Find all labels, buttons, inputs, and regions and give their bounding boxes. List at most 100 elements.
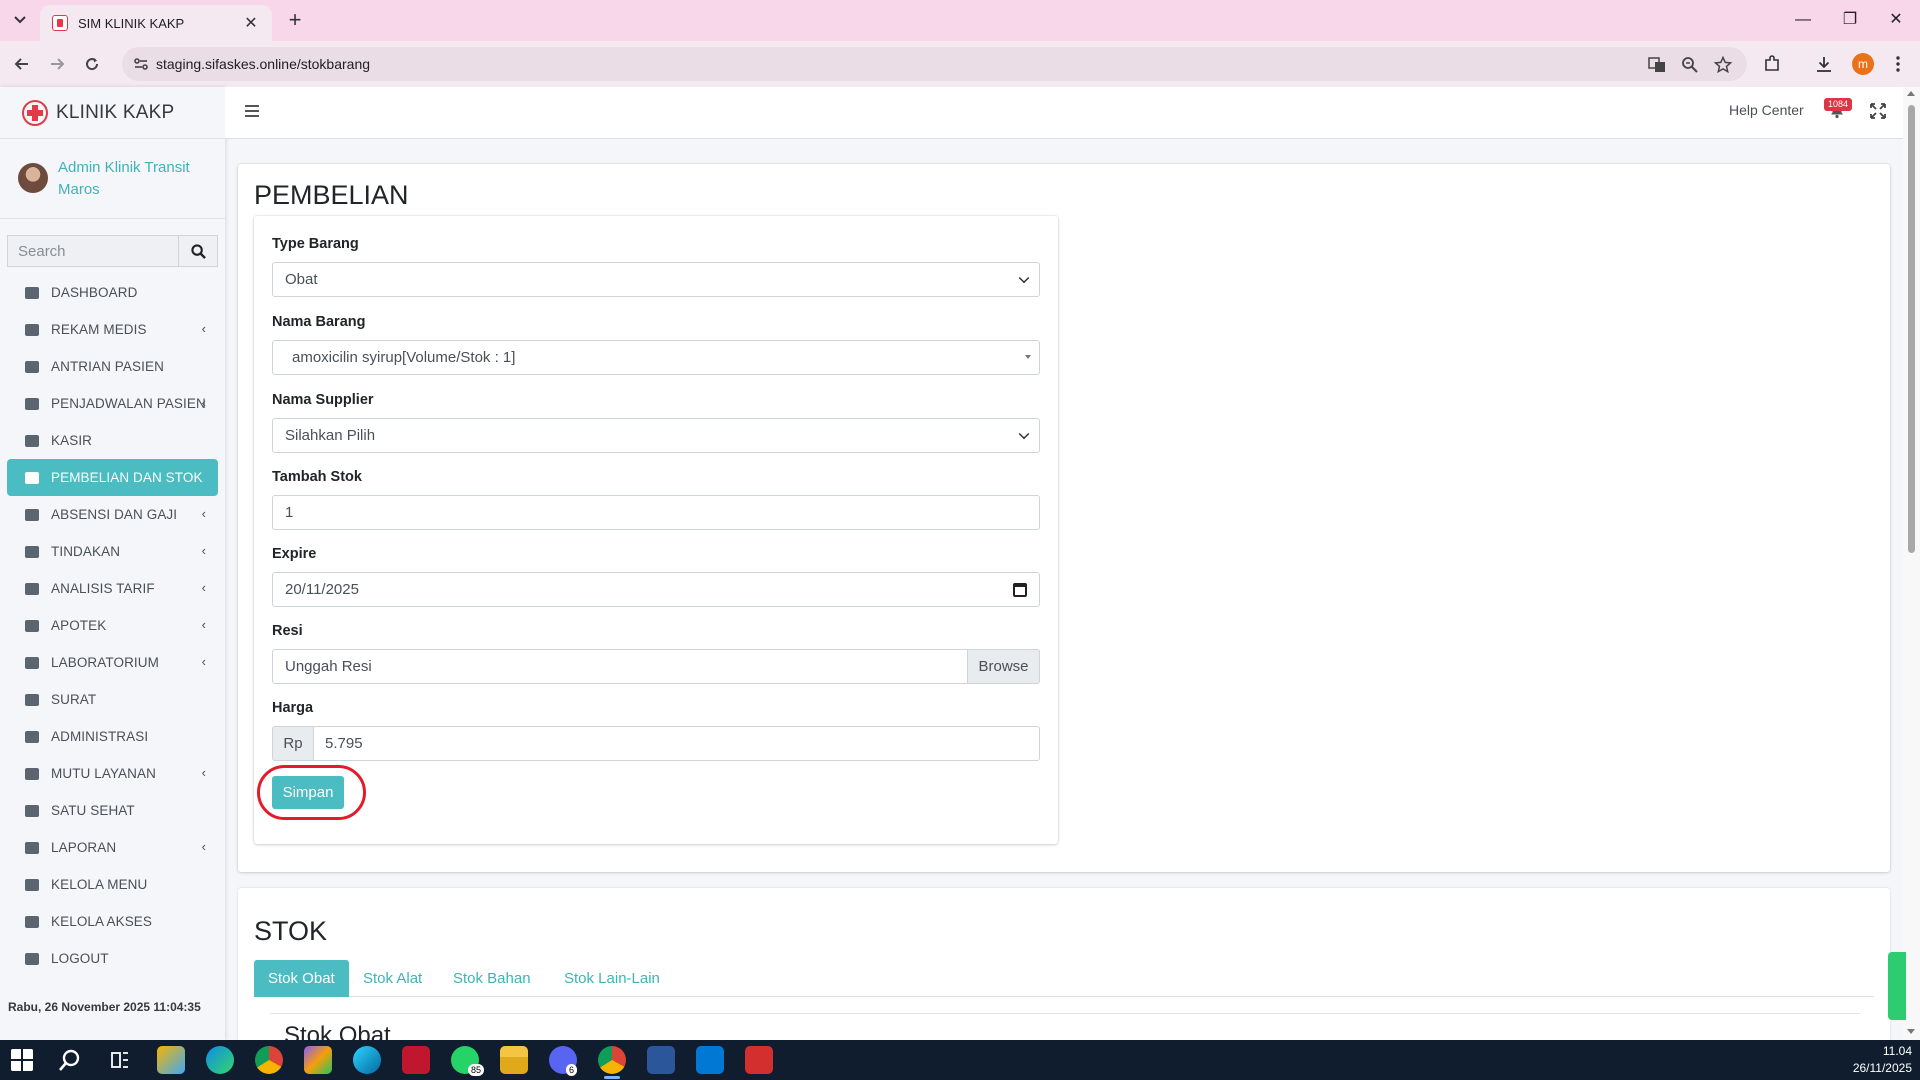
mendeley-icon[interactable] bbox=[402, 1046, 430, 1074]
sidebar-search-button[interactable] bbox=[178, 235, 218, 267]
calendar-icon[interactable] bbox=[1013, 583, 1027, 597]
app-icon-2[interactable] bbox=[353, 1046, 381, 1074]
sidebar-item-absensi-dan-gaji[interactable]: ABSENSI DAN GAJI ‹ bbox=[7, 496, 218, 533]
sidebar-item-laporan[interactable]: LAPORAN ‹ bbox=[7, 829, 218, 866]
fullscreen-expand-icon[interactable] bbox=[1869, 102, 1887, 120]
clock-time: 11.04 bbox=[1882, 1044, 1912, 1058]
reload-icon[interactable] bbox=[78, 50, 106, 78]
sidebar-item-label: KELOLA MENU bbox=[51, 877, 148, 892]
task-view-icon[interactable] bbox=[108, 1048, 132, 1072]
chrome-active-icon[interactable] bbox=[598, 1046, 626, 1074]
downloads-icon[interactable] bbox=[1812, 52, 1836, 76]
bookmark-star-icon[interactable] bbox=[1713, 55, 1733, 75]
nama-supplier-select[interactable]: Silahkan Pilih bbox=[272, 418, 1040, 453]
browser-tab[interactable]: SIM KLINIK KAKP ✕ bbox=[40, 5, 272, 41]
sidebar-item-laboratorium[interactable]: LABORATORIUM ‹ bbox=[7, 644, 218, 681]
sidebar-search-input[interactable] bbox=[7, 235, 178, 267]
tab-stok-alat[interactable]: Stok Alat bbox=[349, 960, 436, 997]
app-icon-1[interactable] bbox=[157, 1046, 185, 1074]
sidebar-item-antrian-pasien[interactable]: ANTRIAN PASIEN bbox=[7, 348, 218, 385]
nama-supplier-label: Nama Supplier bbox=[272, 392, 374, 408]
site-info-icon[interactable] bbox=[132, 55, 150, 73]
scrollbar-thumb[interactable] bbox=[1908, 105, 1915, 553]
nama-barang-select[interactable]: amoxicilin syirup[Volume/Stok : 1] bbox=[272, 340, 1040, 375]
new-tab-plus-icon[interactable]: + bbox=[282, 8, 308, 34]
address-bar[interactable]: staging.sifaskes.online/stokbarang bbox=[122, 47, 1747, 81]
floating-chat-tab[interactable] bbox=[1888, 952, 1906, 1020]
sidebar-item-pembelian-dan-stok[interactable]: PEMBELIAN DAN STOK bbox=[7, 459, 218, 496]
user-name-link[interactable]: Admin Klinik Transit Maros bbox=[58, 157, 218, 201]
brand-link[interactable]: KLINIK KAKP bbox=[0, 87, 225, 139]
harga-input[interactable]: 5.795 bbox=[313, 726, 1040, 761]
sidebar-item-label: ADMINISTRASI bbox=[51, 729, 149, 744]
nama-supplier-value: Silahkan Pilih bbox=[285, 427, 376, 444]
sidebar-item-label: MUTU LAYANAN bbox=[51, 766, 156, 781]
stok-tabs: Stok Obat Stok Alat Stok Bahan Stok Lain… bbox=[254, 960, 1874, 997]
copilot-icon[interactable] bbox=[304, 1046, 332, 1074]
sidebar-item-apotek[interactable]: APOTEK ‹ bbox=[7, 607, 218, 644]
file-explorer-icon[interactable] bbox=[500, 1046, 528, 1074]
taskbar-clock[interactable]: 11.04 26/11/2025 bbox=[1853, 1043, 1912, 1077]
stok-obat-heading: Stok Obat bbox=[284, 1022, 391, 1040]
zoom-icon[interactable] bbox=[1680, 55, 1700, 75]
stok-obat-panel: Stok Obat bbox=[270, 1013, 1860, 1040]
tab-close-icon[interactable]: ✕ bbox=[242, 13, 260, 33]
resi-placeholder: Unggah Resi bbox=[285, 658, 372, 675]
extensions-icon[interactable] bbox=[1760, 52, 1784, 76]
tab-stok-bahan[interactable]: Stok Bahan bbox=[439, 960, 545, 997]
window-restore-icon[interactable]: ❐ bbox=[1835, 8, 1865, 32]
acrobat-icon[interactable] bbox=[745, 1046, 773, 1074]
sidebar-item-mutu-layanan[interactable]: MUTU LAYANAN ‹ bbox=[7, 755, 218, 792]
menu-item-icon bbox=[25, 841, 39, 854]
sidebar-item-penjadwalan-pasien[interactable]: PENJADWALAN PASIEN ‹ bbox=[7, 385, 218, 422]
sidebar-item-logout[interactable]: LOGOUT bbox=[7, 940, 218, 977]
type-barang-label: Type Barang bbox=[272, 236, 359, 252]
profile-avatar[interactable]: m bbox=[1852, 53, 1874, 75]
tambah-stok-input[interactable]: 1 bbox=[272, 495, 1040, 530]
forward-arrow-icon[interactable] bbox=[43, 50, 71, 78]
menu-item-icon bbox=[25, 397, 39, 410]
user-avatar bbox=[18, 163, 48, 193]
sidebar-item-label: APOTEK bbox=[51, 618, 107, 633]
whatsapp-badge: 85 bbox=[468, 1064, 485, 1076]
menu-item-icon bbox=[25, 434, 39, 447]
type-barang-select[interactable]: Obat bbox=[272, 262, 1040, 297]
url-text: staging.sifaskes.online/stokbarang bbox=[156, 56, 371, 72]
taskbar-search-icon[interactable] bbox=[58, 1048, 82, 1072]
menu-item-icon bbox=[25, 582, 39, 595]
chrome-browser-icon[interactable] bbox=[255, 1046, 283, 1074]
windows-start-icon[interactable] bbox=[10, 1048, 34, 1072]
sidebar-item-tindakan[interactable]: TINDAKAN ‹ bbox=[7, 533, 218, 570]
sidebar-item-analisis-tarif[interactable]: ANALISIS TARIF ‹ bbox=[7, 570, 218, 607]
tab-search-chevron-icon[interactable] bbox=[8, 8, 32, 32]
browser-menu-icon[interactable] bbox=[1886, 52, 1910, 76]
vscode-icon[interactable] bbox=[696, 1046, 724, 1074]
tab-stok-obat[interactable]: Stok Obat bbox=[254, 960, 349, 997]
tab-stok-lain-lain[interactable]: Stok Lain-Lain bbox=[550, 960, 674, 997]
sidebar-item-rekam-medis[interactable]: REKAM MEDIS ‹ bbox=[7, 311, 218, 348]
sidebar-item-surat[interactable]: SURAT bbox=[7, 681, 218, 718]
sidebar-item-satu-sehat[interactable]: SATU SEHAT bbox=[7, 792, 218, 829]
word-icon[interactable] bbox=[647, 1046, 675, 1074]
browse-button[interactable]: Browse bbox=[967, 649, 1040, 684]
chevron-left-icon: ‹ bbox=[201, 839, 206, 854]
sidebar-item-kasir[interactable]: KASIR bbox=[7, 422, 218, 459]
help-center-link[interactable]: Help Center bbox=[1729, 102, 1804, 118]
scroll-down-arrow-icon[interactable] bbox=[1907, 1029, 1915, 1034]
back-arrow-icon[interactable] bbox=[8, 50, 36, 78]
page-scrollbar[interactable] bbox=[1903, 87, 1920, 1040]
expire-date-input[interactable]: 20/11/2025 bbox=[272, 572, 1040, 607]
hamburger-menu-icon[interactable] bbox=[245, 105, 259, 117]
sidebar-item-kelola-menu[interactable]: KELOLA MENU bbox=[7, 866, 218, 903]
notification-count-badge: 1084 bbox=[1824, 98, 1853, 111]
window-close-icon[interactable]: ✕ bbox=[1881, 8, 1911, 32]
sidebar-item-dashboard[interactable]: DASHBOARD bbox=[7, 274, 218, 311]
window-minimize-icon[interactable]: — bbox=[1788, 8, 1818, 32]
translate-icon[interactable] bbox=[1647, 55, 1667, 75]
resi-file-input[interactable]: Unggah Resi Browse bbox=[272, 649, 1040, 684]
scroll-up-arrow-icon[interactable] bbox=[1907, 91, 1915, 96]
sidebar-item-administrasi[interactable]: ADMINISTRASI bbox=[7, 718, 218, 755]
sidebar-item-kelola-akses[interactable]: KELOLA AKSES bbox=[7, 903, 218, 940]
sidebar-item-label: PENJADWALAN PASIEN bbox=[51, 396, 206, 411]
edge-browser-icon[interactable] bbox=[206, 1046, 234, 1074]
